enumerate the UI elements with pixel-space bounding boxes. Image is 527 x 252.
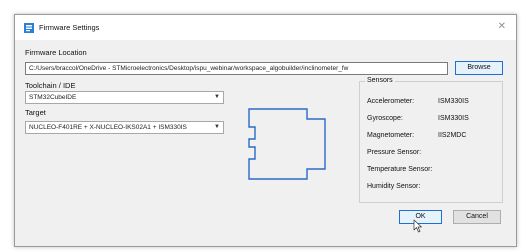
gyroscope-label: Gyroscope:	[367, 115, 403, 122]
firmware-location-label: Firmware Location	[25, 48, 87, 57]
browse-button[interactable]: Browse	[455, 61, 503, 75]
firmware-settings-dialog: Firmware Settings ✕ Firmware Location C:…	[14, 14, 517, 247]
target-value: NUCLEO-F401RE + X-NUCLEO-IKS02A1 + ISM33…	[29, 124, 187, 131]
cancel-button[interactable]: Cancel	[453, 210, 501, 224]
humidity-sensor-label: Humidity Sensor:	[367, 183, 421, 190]
toolchain-value: STM32CubeIDE	[29, 94, 77, 101]
app-icon	[24, 23, 34, 33]
toolchain-label: Toolchain / IDE	[25, 81, 76, 90]
target-label: Target	[25, 108, 46, 117]
close-icon[interactable]: ✕	[498, 21, 506, 33]
magnetometer-label: Magnetometer:	[367, 132, 415, 139]
dropdown-arrow-icon: ▼	[214, 124, 220, 130]
firmware-location-input[interactable]: C:/Users/braccol/OneDrive - STMicroelect…	[25, 62, 448, 75]
mouse-cursor-icon	[413, 219, 422, 233]
accelerometer-label: Accelerometer:	[367, 98, 415, 105]
toolchain-select[interactable]: STM32CubeIDE ▼	[25, 91, 224, 104]
board-outline-icon	[248, 108, 326, 180]
gyroscope-value: ISM330IS	[438, 115, 469, 122]
pressure-sensor-label: Pressure Sensor:	[367, 149, 422, 156]
magnetometer-value: IIS2MDC	[438, 132, 467, 139]
temperature-sensor-label: Temperature Sensor:	[367, 166, 433, 173]
title-bar: Firmware Settings ✕	[15, 15, 516, 40]
dropdown-arrow-icon: ▼	[214, 94, 220, 100]
window-title: Firmware Settings	[39, 23, 100, 32]
accelerometer-value: ISM330IS	[438, 98, 469, 105]
sensors-group-title: Sensors	[365, 77, 395, 84]
target-select[interactable]: NUCLEO-F401RE + X-NUCLEO-IKS02A1 + ISM33…	[25, 121, 224, 134]
